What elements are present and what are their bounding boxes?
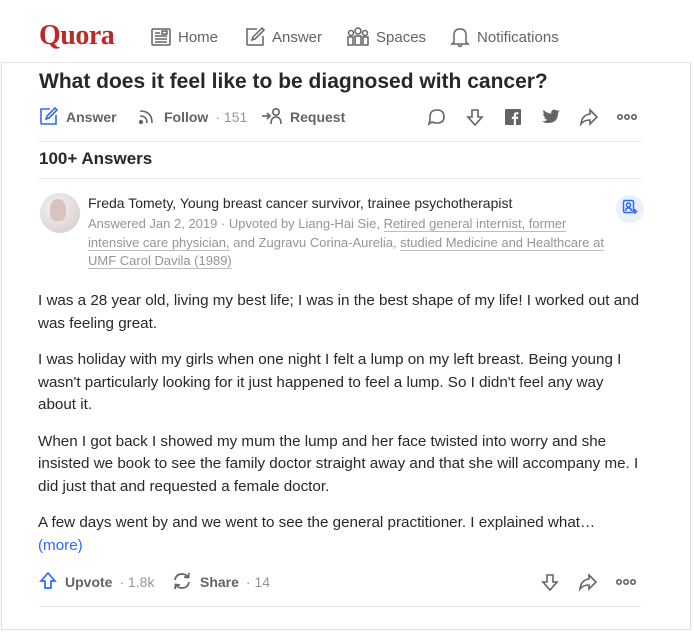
answer-meta: Answered Jan 2, 2019 · Upvoted by Liang-… [88, 215, 608, 271]
share-icon[interactable] [576, 571, 600, 593]
answer-paragraph: I was holiday with my girls when one nig… [38, 351, 622, 413]
share-label: Share [200, 574, 239, 590]
nav-spaces[interactable]: Spaces [346, 22, 426, 52]
nav-answer-label: Answer [272, 28, 323, 46]
nav-notifications[interactable]: Notifications [449, 22, 559, 52]
downvote-icon[interactable] [538, 571, 562, 593]
quora-logo[interactable]: Quora [39, 20, 115, 52]
answer-button-label: Answer [66, 109, 117, 125]
more-options-icon[interactable] [615, 106, 639, 128]
upvote-count: · 1.8k [119, 574, 155, 590]
answer-meta-prefix: Answered Jan 2, 2019 · Upvoted by Liang-… [88, 216, 384, 231]
answers-count: 100+ Answers [39, 149, 153, 168]
divider [39, 606, 641, 607]
upvote-button[interactable]: Upvote · 1.8k [38, 570, 154, 594]
comment-icon[interactable] [425, 106, 449, 128]
answer-button[interactable]: Answer [39, 106, 117, 128]
share-count: · 14 [245, 574, 271, 590]
question-title[interactable]: What does it feel like to be diagnosed w… [39, 70, 659, 94]
answer-actions: Upvote · 1.8k Share · 14 [38, 570, 640, 594]
share-icon[interactable] [577, 106, 601, 128]
follow-count: · 151 [215, 109, 248, 125]
downvote-icon[interactable] [463, 106, 487, 128]
question-actions: Answer Follow · 151 Request [39, 106, 639, 128]
nav-home[interactable]: Home [150, 22, 218, 52]
upvote-label: Upvote [65, 574, 113, 590]
nav-notifications-label: Notifications [477, 28, 559, 46]
answer-icon [244, 26, 266, 48]
upvote-icon [38, 571, 58, 594]
follow-author-button[interactable] [616, 195, 644, 223]
pencil-icon [39, 106, 59, 129]
bell-icon [449, 26, 471, 48]
facebook-icon[interactable] [501, 106, 525, 128]
divider [39, 178, 641, 179]
more-link[interactable]: (more) [38, 537, 83, 554]
answer-paragraph: A few days went by and we went to see th… [38, 514, 596, 531]
request-icon [261, 106, 283, 129]
follow-icon [137, 106, 157, 129]
answer-meta-mid: and Zugravu Corina-Aurelia, [229, 234, 401, 250]
reshare-icon [171, 571, 193, 594]
home-icon [150, 26, 172, 48]
spaces-icon [346, 25, 370, 49]
nav-home-label: Home [178, 28, 219, 46]
request-button[interactable]: Request [261, 106, 345, 128]
answer-paragraph: I was a 28 year old, living my best life… [38, 292, 640, 332]
nav-answer[interactable]: Answer [244, 22, 322, 52]
divider [39, 141, 641, 142]
request-button-label: Request [290, 109, 346, 125]
twitter-icon[interactable] [539, 106, 563, 128]
answer-author[interactable]: Freda Tomety, Young breast cancer surviv… [88, 195, 512, 211]
follow-button-label: Follow [164, 109, 209, 125]
avatar[interactable] [40, 193, 80, 233]
nav-spaces-label: Spaces [376, 28, 427, 46]
answer-paragraph: When I got back I showed my mum the lump… [38, 432, 639, 495]
follow-button[interactable]: Follow · 151 [137, 106, 247, 128]
more-options-icon[interactable] [614, 571, 638, 593]
follow-user-icon [622, 199, 638, 220]
answer-body[interactable]: I was a 28 year old, living my best life… [38, 290, 643, 549]
share-button[interactable]: Share · 14 [171, 570, 270, 594]
top-nav: Quora Home Answer Spaces Notifications [0, 0, 692, 63]
